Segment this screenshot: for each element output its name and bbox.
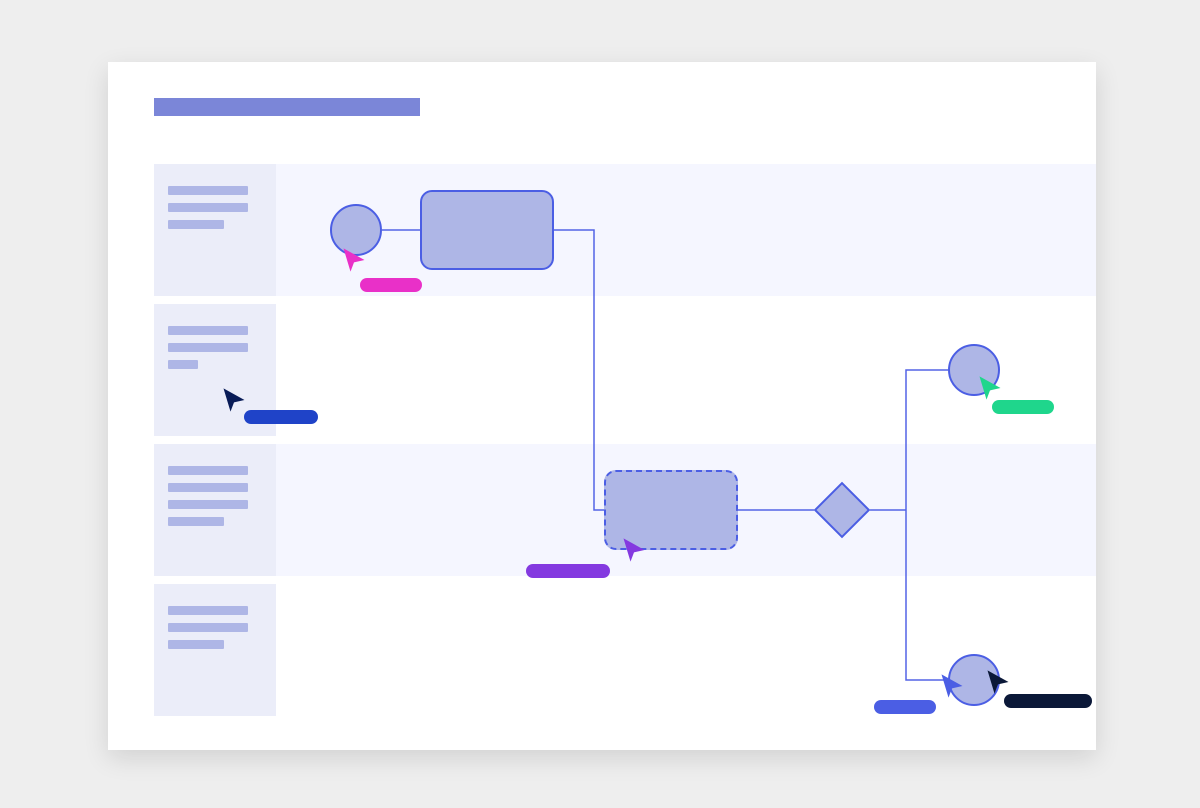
placeholder-text-bar: [168, 203, 248, 212]
placeholder-text-bar: [168, 517, 224, 526]
collaborator-label: [244, 410, 318, 424]
title-placeholder-bar: [154, 98, 420, 116]
swimlane-row: [154, 164, 1096, 296]
placeholder-text-bar: [168, 186, 248, 195]
placeholder-text-bar: [168, 220, 224, 229]
diagram-card: [108, 62, 1096, 750]
collaborator-label: [360, 278, 422, 292]
start-event-node[interactable]: [330, 204, 382, 256]
task-node-dashed[interactable]: [604, 470, 738, 550]
placeholder-text-bar: [168, 466, 248, 475]
swimlane-label: [154, 164, 276, 296]
placeholder-text-bar: [168, 483, 248, 492]
collaborator-label: [1004, 694, 1092, 708]
collaborator-label: [526, 564, 610, 578]
swimlane-label: [154, 584, 276, 716]
task-node[interactable]: [420, 190, 554, 270]
end-event-node[interactable]: [948, 344, 1000, 396]
swimlane-label: [154, 444, 276, 576]
placeholder-text-bar: [168, 326, 248, 335]
placeholder-text-bar: [168, 343, 248, 352]
collaborator-label: [874, 700, 936, 714]
placeholder-text-bar: [168, 640, 224, 649]
placeholder-text-bar: [168, 500, 248, 509]
swimlane-canvas[interactable]: [154, 164, 1096, 724]
end-event-node[interactable]: [948, 654, 1000, 706]
placeholder-text-bar: [168, 360, 198, 369]
collaborator-label: [992, 400, 1054, 414]
placeholder-text-bar: [168, 606, 248, 615]
placeholder-text-bar: [168, 623, 248, 632]
swimlane-body: [276, 164, 1096, 296]
